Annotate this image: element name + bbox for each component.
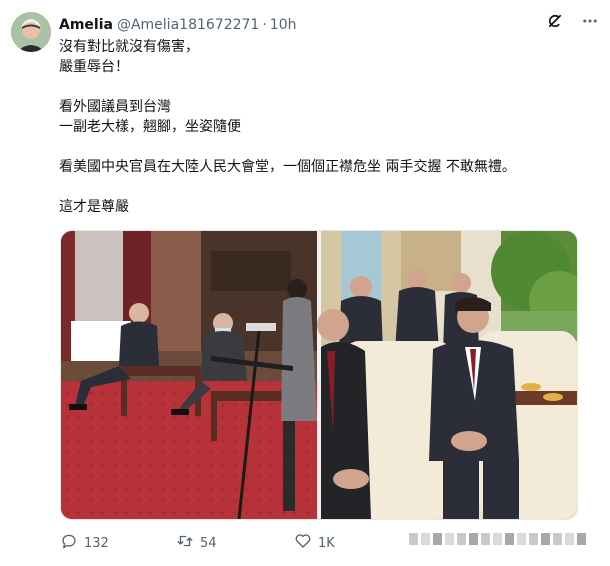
tweet-line [59, 137, 589, 157]
author-handle[interactable]: @Amelia181672271 [117, 17, 259, 33]
tweet-line: 看外國議員到台灣 [59, 99, 171, 115]
separator-dot: · [262, 17, 267, 33]
reply-icon [60, 532, 78, 554]
tweet-line [59, 177, 589, 197]
tweet-line: 一副老大樣，翹腳，坐姿隨便 [59, 119, 241, 135]
retweet-count: 54 [200, 535, 217, 551]
tweet-line: 看美國中央官員在大陸人民大會堂，一個個正襟危坐 兩手交握 不敢無禮。 [59, 159, 516, 175]
right-photo[interactable] [317, 231, 577, 519]
like-count: 1K [318, 535, 335, 551]
tweet-media[interactable] [60, 230, 578, 520]
tweet-line: 嚴重辱台！ [59, 59, 129, 75]
more-icon[interactable] [580, 12, 600, 30]
like-button[interactable]: 1K [294, 532, 335, 554]
retweet-icon [176, 532, 194, 554]
post-time[interactable]: 10h [270, 17, 297, 33]
grok-icon[interactable] [546, 12, 564, 30]
tweet-line: 這才是尊嚴 [59, 199, 129, 215]
header-actions [546, 12, 600, 30]
tweet-line [59, 77, 589, 97]
watermark [409, 533, 586, 545]
reply-count: 132 [84, 535, 109, 551]
reply-button[interactable]: 132 [60, 532, 109, 554]
heart-icon [294, 532, 312, 554]
avatar[interactable] [11, 12, 51, 52]
tweet-header: Amelia @Amelia181672271 · 10h [59, 14, 610, 36]
tweet-line: 沒有對比就沒有傷害， [59, 39, 199, 55]
retweet-button[interactable]: 54 [176, 532, 217, 554]
author-name[interactable]: Amelia [59, 17, 113, 33]
tweet-text: 沒有對比就沒有傷害， 嚴重辱台！ 看外國議員到台灣 一副老大樣，翹腳，坐姿隨便 … [59, 37, 589, 217]
left-photo[interactable] [61, 231, 317, 519]
